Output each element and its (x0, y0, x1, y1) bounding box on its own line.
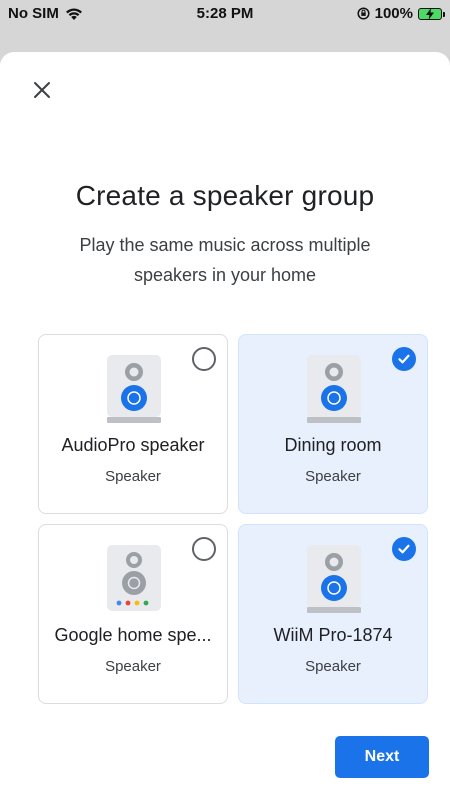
unchecked-radio[interactable] (192, 537, 216, 561)
speaker-group-sheet: Create a speaker group Play the same mus… (0, 52, 450, 793)
close-icon (34, 82, 50, 98)
speaker-type: Speaker (105, 658, 161, 675)
speaker-name: Dining room (284, 435, 382, 455)
speaker-card-audiopro[interactable]: AudioPro speaker Speaker (38, 334, 228, 514)
speaker-card-dining-room[interactable]: Dining room Speaker (238, 334, 428, 514)
speaker-name: WiiM Pro-1874 (273, 625, 393, 645)
speaker-grid: AudioPro speaker Speaker Dining room Spe… (38, 334, 430, 704)
page-subtitle: Play the same music across multiple spea… (79, 235, 371, 285)
close-button[interactable] (26, 74, 58, 106)
check-circle-icon[interactable] (392, 347, 416, 371)
page-title: Create a speaker group (75, 180, 375, 211)
speaker-icon (307, 355, 361, 423)
status-bar: No SIM 5:28 PM 100% (0, 0, 450, 28)
unchecked-radio[interactable] (192, 347, 216, 371)
orientation-lock-icon (357, 7, 370, 20)
status-right: 100% (357, 5, 445, 22)
speaker-card-google-home[interactable]: Google home spe... Speaker (38, 524, 228, 704)
speaker-type: Speaker (305, 658, 361, 675)
next-button[interactable]: Next (335, 736, 429, 778)
google-home-speaker-icon (107, 545, 161, 611)
speaker-icon (307, 545, 361, 613)
speaker-card-wiim-pro[interactable]: WiiM Pro-1874 Speaker (238, 524, 428, 704)
speaker-name: Google home spe... (54, 625, 212, 645)
speaker-type: Speaker (305, 468, 361, 485)
battery-percent: 100% (374, 5, 413, 22)
check-circle-icon[interactable] (392, 537, 416, 561)
battery-charging-icon (418, 7, 445, 20)
speaker-name: AudioPro speaker (61, 435, 205, 455)
speaker-icon (107, 355, 161, 423)
speaker-type: Speaker (105, 468, 161, 485)
